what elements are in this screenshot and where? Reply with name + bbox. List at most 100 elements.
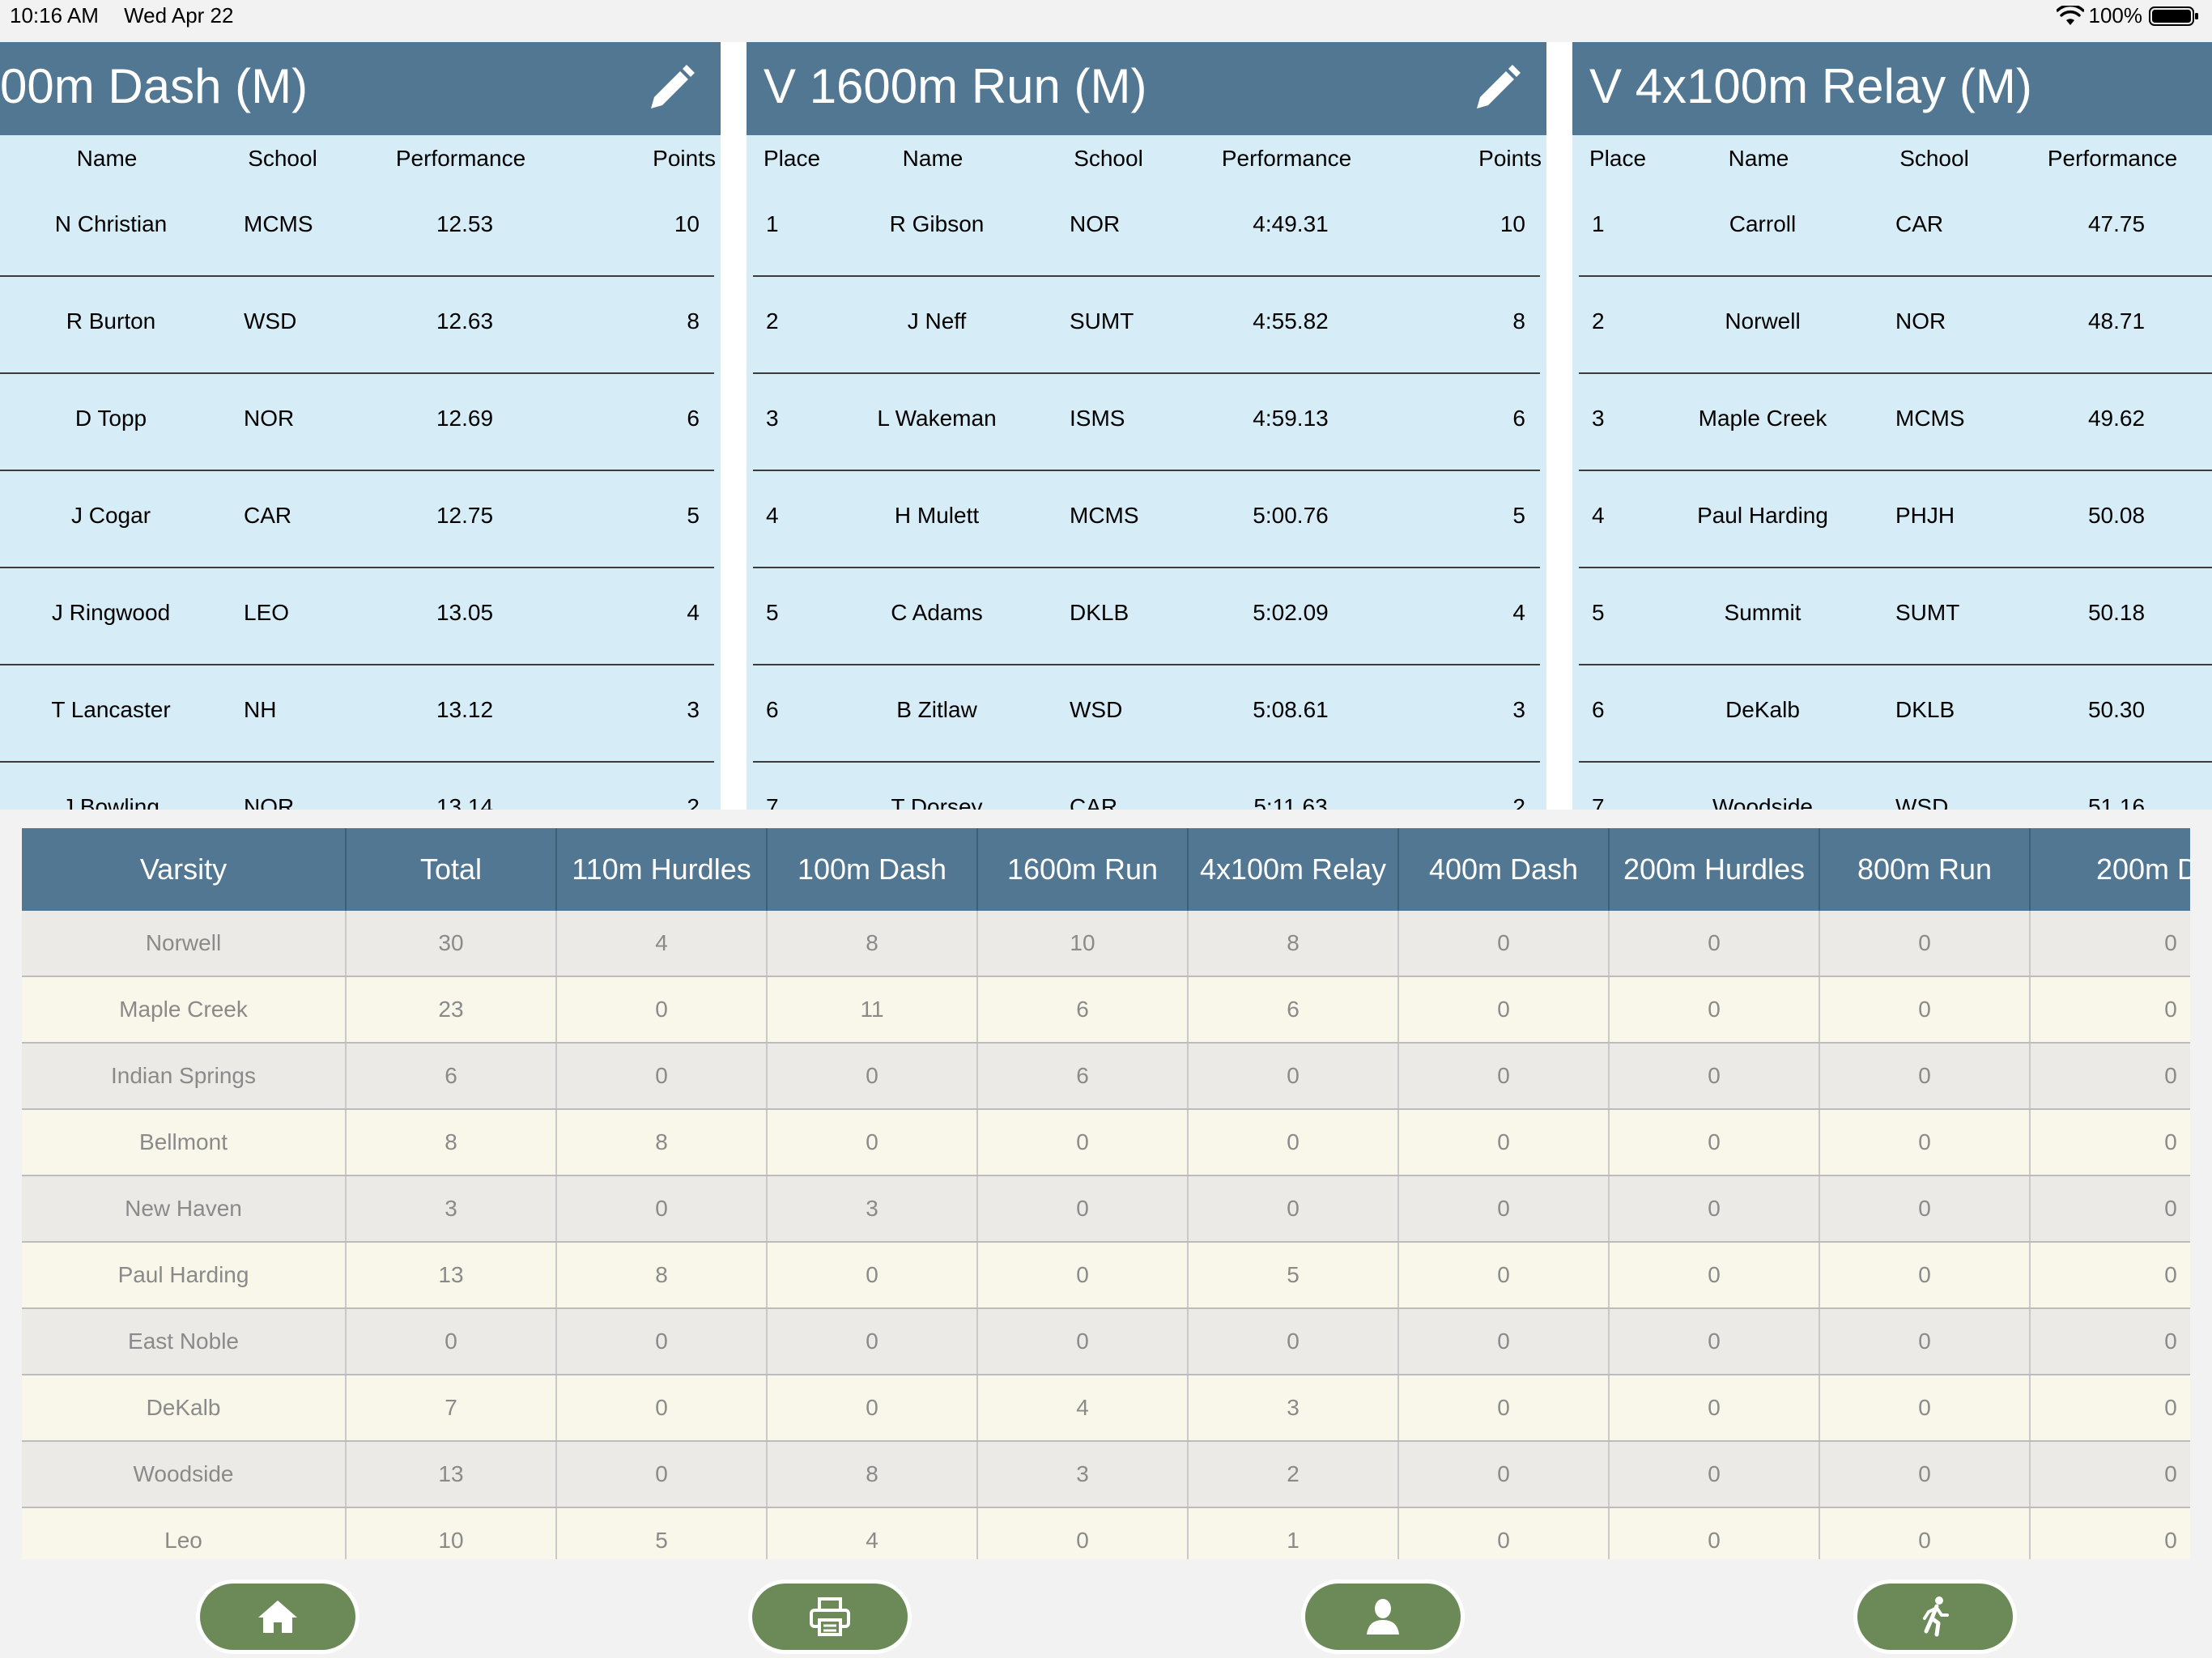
score-cell: 0 bbox=[1609, 1308, 1820, 1375]
result-row[interactable]: 3 Maple Creek MCMS 49.62 bbox=[1572, 374, 2212, 471]
column-header-performance: Performance bbox=[1221, 146, 1352, 171]
score-cell: 4 bbox=[767, 1507, 978, 1559]
result-performance: 4:49.31 bbox=[1253, 211, 1329, 236]
result-row[interactable]: 2 J Neff SUMT 4:55.82 8 bbox=[747, 277, 1546, 374]
score-cell: 0 bbox=[767, 1308, 978, 1375]
result-name: Woodside bbox=[1712, 794, 1814, 810]
result-row[interactable]: N Christian MCMS 12.53 10 bbox=[0, 180, 721, 277]
score-cell: 0 bbox=[1609, 1043, 1820, 1110]
result-name: J Bowling bbox=[62, 794, 160, 810]
result-name: D Topp bbox=[74, 406, 147, 431]
team-score-row: Bellmont 8 8 0 0 0 0 0 0 0 bbox=[22, 1109, 2190, 1176]
result-row[interactable]: 1 Carroll CAR 47.75 bbox=[1572, 180, 2212, 277]
team-name: New Haven bbox=[22, 1175, 347, 1243]
column-header-place: Place bbox=[1589, 146, 1647, 171]
result-row[interactable]: J Bowling NOR 13.14 2 bbox=[0, 763, 721, 810]
result-row[interactable]: J Ringwood LEO 13.05 4 bbox=[0, 568, 721, 665]
column-header-name: Name bbox=[1728, 146, 1789, 171]
result-row[interactable]: 4 Paul Harding PHJH 50.08 bbox=[1572, 471, 2212, 568]
score-cell: 10 bbox=[346, 1507, 557, 1559]
score-cell: 0 bbox=[767, 1043, 978, 1110]
score-cell: 6 bbox=[346, 1043, 557, 1110]
result-performance: 49.62 bbox=[2087, 406, 2146, 431]
score-cell: 0 bbox=[1819, 1043, 2031, 1110]
result-row[interactable]: 3 L Wakeman ISMS 4:59.13 6 bbox=[747, 374, 1546, 471]
score-cell: 0 bbox=[556, 1375, 768, 1442]
score-cell: 4 bbox=[977, 1375, 1189, 1442]
score-cell: 6 bbox=[1188, 976, 1399, 1044]
status-date: Wed Apr 22 bbox=[124, 3, 234, 28]
wifi-icon bbox=[2056, 5, 2084, 25]
score-cell: 0 bbox=[1609, 1109, 1820, 1176]
print-button[interactable] bbox=[752, 1584, 908, 1650]
events-button[interactable] bbox=[1857, 1584, 2013, 1650]
result-school: PHJH bbox=[1895, 503, 1955, 528]
printer-icon bbox=[810, 1597, 850, 1636]
score-cell: 0 bbox=[1609, 1242, 1820, 1309]
result-performance: 5:08.61 bbox=[1253, 697, 1329, 722]
team-name: Maple Creek bbox=[22, 976, 347, 1044]
result-row[interactable]: 6 B Zitlaw WSD 5:08.61 3 bbox=[747, 665, 1546, 763]
column-header-school: School bbox=[248, 146, 317, 171]
event-panel-1600m-run: V 1600m Run (M) Place Name School Performanc… bbox=[747, 42, 1546, 810]
score-cell: 6 bbox=[977, 976, 1189, 1044]
score-cell: 0 bbox=[2030, 1507, 2190, 1559]
team-name: Bellmont bbox=[22, 1109, 347, 1176]
team-score-row: Leo 10 5 4 0 1 0 0 0 0 bbox=[22, 1507, 2190, 1559]
result-school: WSD bbox=[1895, 794, 1949, 810]
result-row[interactable]: D Topp NOR 12.69 6 bbox=[0, 374, 721, 471]
column-header-name: Name bbox=[76, 146, 138, 171]
score-column-header: Total bbox=[346, 828, 557, 911]
event-panel-4x100m-relay: V 4x100m Relay (M) Place Name School Perform… bbox=[1572, 42, 2212, 810]
score-cell: 0 bbox=[556, 1308, 768, 1375]
score-column-header: 200m Dash bbox=[2030, 828, 2190, 911]
score-cell: 0 bbox=[1609, 1375, 1820, 1442]
result-row[interactable]: 4 H Mulett MCMS 5:00.76 5 bbox=[747, 471, 1546, 568]
score-cell: 0 bbox=[2030, 911, 2190, 977]
athletes-button[interactable] bbox=[1305, 1584, 1461, 1650]
score-cell: 0 bbox=[1398, 1043, 1610, 1110]
result-row[interactable]: 2 Norwell NOR 48.71 bbox=[1572, 277, 2212, 374]
result-row[interactable]: 7 T Dorsey CAR 5:11.63 2 bbox=[747, 763, 1546, 810]
result-row[interactable]: 5 C Adams DKLB 5:02.09 4 bbox=[747, 568, 1546, 665]
result-name: Maple Creek bbox=[1698, 406, 1827, 431]
score-cell: 3 bbox=[1188, 1375, 1399, 1442]
score-cell: 0 bbox=[1398, 976, 1610, 1044]
event-panels: 00m Dash (M) Name School Performance Points N… bbox=[0, 42, 2212, 810]
result-school: CAR bbox=[244, 503, 292, 528]
score-cell: 11 bbox=[767, 976, 978, 1044]
score-cell: 0 bbox=[1819, 1441, 2031, 1508]
result-name: L Wakeman bbox=[877, 406, 997, 431]
result-row[interactable]: R Burton WSD 12.63 8 bbox=[0, 277, 721, 374]
result-row[interactable]: J Cogar CAR 12.75 5 bbox=[0, 471, 721, 568]
result-row[interactable]: 7 Woodside WSD 51.16 bbox=[1572, 763, 2212, 810]
status-time: 10:16 AM bbox=[10, 3, 99, 28]
result-row[interactable]: 1 R Gibson NOR 4:49.31 10 bbox=[747, 180, 1546, 277]
team-score-row: East Noble 0 0 0 0 0 0 0 0 0 bbox=[22, 1308, 2190, 1375]
result-points: 2 bbox=[687, 794, 700, 810]
home-icon bbox=[258, 1601, 297, 1633]
column-header-place: Place bbox=[764, 146, 821, 171]
score-cell: 0 bbox=[1188, 1109, 1399, 1176]
score-cell: 10 bbox=[977, 911, 1189, 977]
result-place: 3 bbox=[766, 406, 779, 431]
result-place: 3 bbox=[1592, 406, 1605, 431]
edit-pencil-icon[interactable] bbox=[644, 62, 698, 115]
score-cell: 8 bbox=[556, 1242, 768, 1309]
score-cell: 0 bbox=[556, 1441, 768, 1508]
score-cell: 0 bbox=[1609, 976, 1820, 1044]
result-row[interactable]: T Lancaster NH 13.12 3 bbox=[0, 665, 721, 763]
score-cell: 0 bbox=[767, 1109, 978, 1176]
edit-pencil-icon[interactable] bbox=[1470, 62, 1524, 115]
result-row[interactable]: 5 Summit SUMT 50.18 bbox=[1572, 568, 2212, 665]
result-row[interactable]: 6 DeKalb DKLB 50.30 bbox=[1572, 665, 2212, 763]
event-title: 00m Dash (M) bbox=[0, 59, 308, 113]
result-place: 7 bbox=[1592, 794, 1605, 810]
score-cell: 8 bbox=[767, 1441, 978, 1508]
score-cell: 0 bbox=[2030, 1242, 2190, 1309]
score-cell: 0 bbox=[1398, 1109, 1610, 1176]
home-button[interactable] bbox=[200, 1584, 355, 1650]
result-school: WSD bbox=[244, 308, 297, 334]
score-cell: 0 bbox=[1819, 911, 2031, 977]
result-points: 2 bbox=[1512, 794, 1525, 810]
